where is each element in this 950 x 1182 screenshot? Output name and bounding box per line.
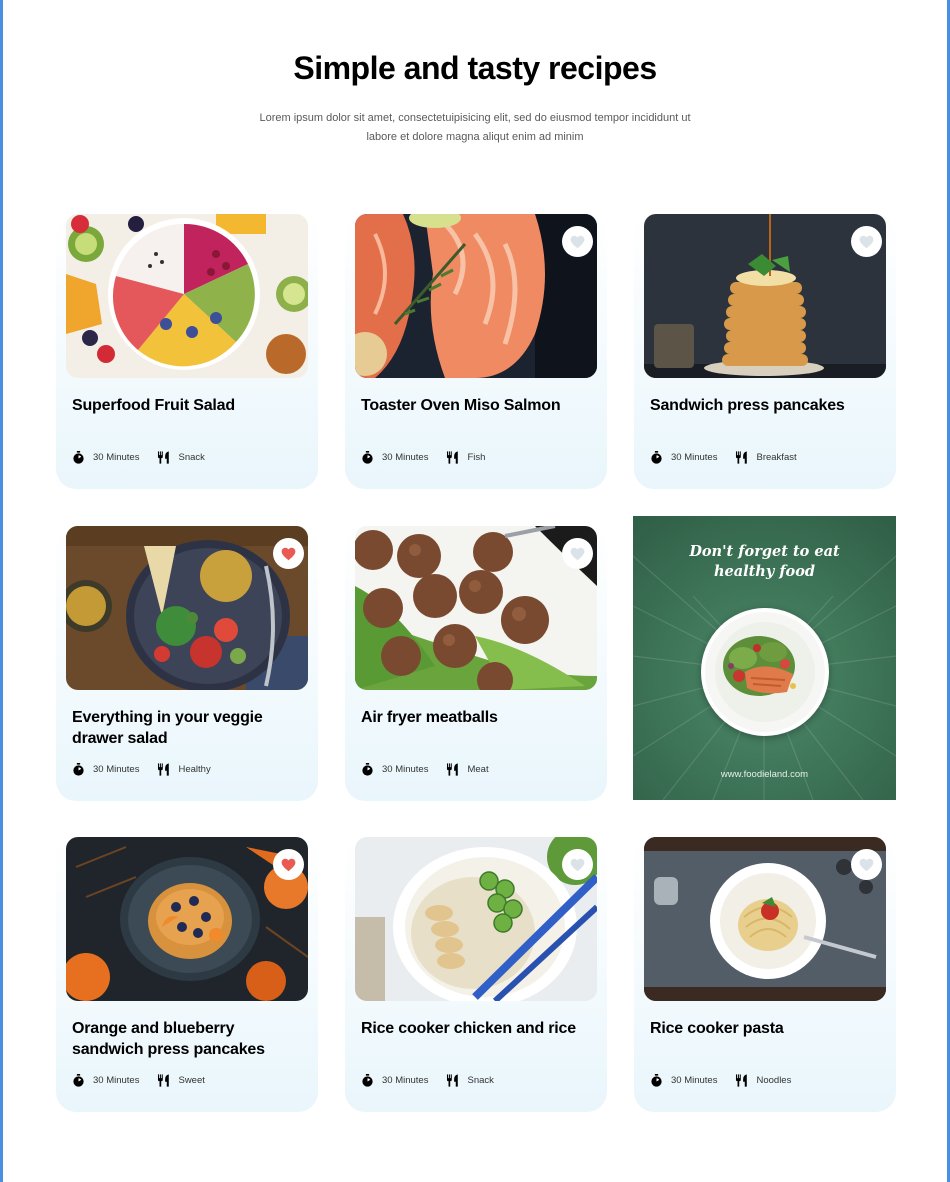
recipe-card-pancakes[interactable]: Sandwich press pancakes 30 Minutes Break… <box>634 214 896 489</box>
heart-icon <box>281 858 296 871</box>
section-title: Simple and tasty recipes <box>293 50 657 86</box>
favorite-button[interactable] <box>851 226 882 257</box>
recipe-category: Fish <box>467 452 486 463</box>
section-subtitle: Lorem ipsum dolor sit amet, consectetuip… <box>259 112 691 143</box>
promo-url[interactable]: www.foodieland.com <box>633 769 896 780</box>
pancakes-image[interactable] <box>644 214 886 378</box>
recipe-time: 30 Minutes <box>382 764 429 775</box>
timer-icon <box>72 451 85 464</box>
recipe-card-chicken-rice[interactable]: Rice cooker chicken and rice 30 Minutes … <box>345 837 607 1112</box>
recipe-category: Snack <box>178 452 205 463</box>
recipe-card-veggie-salad[interactable]: Everything in your veggie drawer salad 3… <box>56 526 318 801</box>
fork-knife-icon <box>446 763 459 776</box>
timer-icon <box>361 1074 374 1087</box>
recipe-category: Healthy <box>178 764 211 775</box>
recipe-category: Noodles <box>756 1075 792 1086</box>
recipe-meta: 30 Minutes Noodles <box>650 1074 791 1087</box>
orange-pancakes-image[interactable] <box>66 837 308 1001</box>
recipe-category: Meat <box>467 764 489 775</box>
heart-icon <box>281 547 296 560</box>
recipe-meta: 30 Minutes Snack <box>72 451 205 464</box>
heart-icon <box>859 235 874 248</box>
recipe-time: 30 Minutes <box>93 1075 140 1086</box>
heart-icon <box>570 547 585 560</box>
recipe-meta: 30 Minutes Fish <box>361 451 485 464</box>
promo-banner[interactable]: Don't forget to eat healthy food www.foo… <box>633 516 896 800</box>
promo-title-line2: healthy food <box>713 563 816 580</box>
recipe-time: 30 Minutes <box>93 452 140 463</box>
recipe-meta: 30 Minutes Healthy <box>72 763 211 776</box>
recipe-card-salmon[interactable]: Toaster Oven Miso Salmon 30 Minutes Fish <box>345 214 607 489</box>
salad-plate-image <box>701 608 829 736</box>
recipe-meta: 30 Minutes Snack <box>361 1074 494 1087</box>
timer-icon <box>361 763 374 776</box>
recipe-name[interactable]: Sandwich press pancakes <box>650 395 886 416</box>
favorite-button[interactable] <box>851 849 882 880</box>
favorite-button[interactable] <box>562 849 593 880</box>
recipe-time: 30 Minutes <box>382 452 429 463</box>
recipe-card-pasta[interactable]: Rice cooker pasta 30 Minutes Noodles <box>634 837 896 1112</box>
meatballs-image[interactable] <box>355 526 597 690</box>
recipe-meta: 30 Minutes Meat <box>361 763 489 776</box>
fork-knife-icon <box>157 1074 170 1087</box>
recipe-name[interactable]: Toaster Oven Miso Salmon <box>361 395 597 416</box>
recipe-category: Snack <box>467 1075 494 1086</box>
heart-icon <box>859 858 874 871</box>
promo-title-line1: Don't forget to eat <box>689 543 840 560</box>
salmon-image[interactable] <box>355 214 597 378</box>
recipe-time: 30 Minutes <box>382 1075 429 1086</box>
promo-title: Don't forget to eat healthy food <box>633 542 896 582</box>
fork-knife-icon <box>446 451 459 464</box>
timer-icon <box>361 451 374 464</box>
fork-knife-icon <box>157 763 170 776</box>
fork-knife-icon <box>735 451 748 464</box>
chicken-rice-image[interactable] <box>355 837 597 1001</box>
recipe-name[interactable]: Rice cooker chicken and rice <box>361 1018 597 1039</box>
recipe-card-orange-pancakes[interactable]: Orange and blueberry sandwich press panc… <box>56 837 318 1112</box>
favorite-button[interactable] <box>273 849 304 880</box>
recipe-name[interactable]: Everything in your veggie drawer salad <box>72 707 308 749</box>
fork-knife-icon <box>446 1074 459 1087</box>
recipe-meta: 30 Minutes Sweet <box>72 1074 205 1087</box>
veggie-salad-image[interactable] <box>66 526 308 690</box>
section-header: Simple and tasty recipes Lorem ipsum dol… <box>0 50 950 147</box>
favorite-button[interactable] <box>273 538 304 569</box>
favorite-button[interactable] <box>562 538 593 569</box>
timer-icon <box>650 451 663 464</box>
recipe-category: Breakfast <box>756 452 797 463</box>
recipe-name[interactable]: Air fryer meatballs <box>361 707 597 728</box>
favorite-button[interactable] <box>562 226 593 257</box>
pasta-image[interactable] <box>644 837 886 1001</box>
timer-icon <box>72 1074 85 1087</box>
heart-icon <box>570 235 585 248</box>
recipe-meta: 30 Minutes Breakfast <box>650 451 797 464</box>
recipe-time: 30 Minutes <box>671 452 718 463</box>
recipe-card-meatballs[interactable]: Air fryer meatballs 30 Minutes Meat <box>345 526 607 801</box>
timer-icon <box>650 1074 663 1087</box>
recipe-card-fruit-bowl[interactable]: Superfood Fruit Salad 30 Minutes Snack <box>56 214 318 489</box>
heart-icon <box>570 858 585 871</box>
recipe-category: Sweet <box>178 1075 205 1086</box>
timer-icon <box>72 763 85 776</box>
fork-knife-icon <box>735 1074 748 1087</box>
frame-edge-left <box>0 0 3 1182</box>
recipe-name[interactable]: Orange and blueberry sandwich press panc… <box>72 1018 308 1060</box>
fork-knife-icon <box>157 451 170 464</box>
recipe-name[interactable]: Superfood Fruit Salad <box>72 395 308 416</box>
fruit-bowl-image[interactable] <box>66 214 308 378</box>
recipe-time: 30 Minutes <box>93 764 140 775</box>
recipe-time: 30 Minutes <box>671 1075 718 1086</box>
recipe-name[interactable]: Rice cooker pasta <box>650 1018 886 1039</box>
